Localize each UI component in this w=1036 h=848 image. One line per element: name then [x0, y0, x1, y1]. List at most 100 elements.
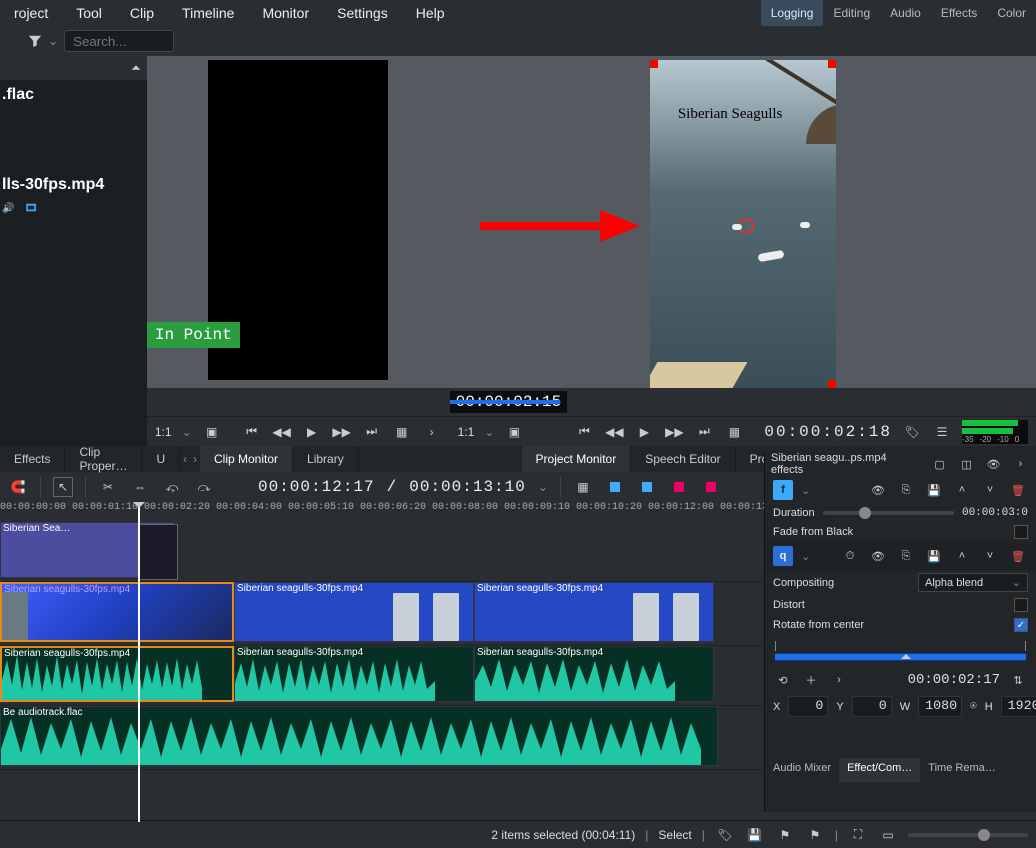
flag-add-icon[interactable]: ⚑ [805, 825, 825, 845]
move-up-icon[interactable]: ˄ [952, 546, 972, 566]
save-icon[interactable]: 💾 [924, 546, 944, 566]
workspace-audio[interactable]: Audio [880, 0, 931, 26]
tab-effects[interactable]: Effects [0, 446, 65, 472]
project-monitor-ruler[interactable]: 00:00:02:15 [450, 388, 1036, 416]
preset-icon[interactable]: ⎘ [896, 480, 916, 500]
move-up-icon[interactable]: ˄ [952, 480, 972, 500]
compositing-select[interactable]: Alpha blend ⌄ [918, 573, 1028, 592]
workspace-effects[interactable]: Effects [931, 0, 987, 26]
effect-transform-header[interactable]: q ⌄ ⏱ 👁 ⎘ 💾 ˄ ˅ 🗑 [765, 542, 1036, 570]
align-1-icon[interactable] [605, 477, 625, 497]
chevron-down-icon[interactable]: ⌄ [801, 484, 810, 497]
kf-next-icon[interactable]: › [829, 670, 849, 690]
tab-effect-compositing[interactable]: Effect/Com… [839, 758, 920, 782]
menu-settings[interactable]: Settings [323, 5, 402, 21]
kf-slider[interactable] [775, 653, 1026, 661]
chevron-right-icon[interactable]: › [422, 422, 442, 442]
tab-library[interactable]: Library [293, 446, 359, 472]
clip-music[interactable]: Be audiotrack.flac [0, 706, 718, 766]
menu-project[interactable]: roject [0, 5, 62, 21]
move-down-icon[interactable]: ˅ [980, 546, 1000, 566]
insert-icon[interactable]: ⤽ [162, 477, 182, 497]
clip-monitor-ruler[interactable] [147, 388, 450, 416]
menu-tool[interactable]: Tool [62, 5, 116, 21]
workspace-editing[interactable]: Editing [823, 0, 880, 26]
x-input[interactable] [788, 696, 828, 717]
menu-help[interactable]: Help [402, 5, 459, 21]
play-icon[interactable]: ▶ [302, 422, 322, 442]
tab-scroll-right-icon[interactable]: › [190, 452, 200, 466]
set-inpoint-icon[interactable]: ▣ [504, 422, 524, 442]
chevron-down-icon[interactable]: ⌄ [538, 480, 548, 494]
save-icon[interactable]: 💾 [745, 825, 765, 845]
menu-timeline[interactable]: Timeline [168, 5, 248, 21]
tab-scroll-left-icon[interactable]: ‹ [180, 452, 190, 466]
search-input[interactable] [64, 30, 174, 52]
menu-icon[interactable]: ☰ [932, 422, 952, 442]
preset-icon[interactable]: ⎘ [896, 546, 916, 566]
delete-icon[interactable]: 🗑 [1008, 546, 1028, 566]
save-stack-icon[interactable]: ▢ [930, 454, 949, 474]
timeline-position[interactable]: 00:00:12:17 [258, 478, 375, 496]
duration-value[interactable]: 00:00:03:0 [962, 507, 1028, 519]
y-input[interactable] [852, 696, 892, 717]
kf-timecode[interactable]: 00:00:02:17 [908, 672, 1000, 688]
clip-video[interactable]: Siberian seagulls-30fps.mp4 [0, 582, 234, 642]
h-input[interactable] [1001, 696, 1036, 717]
cut-icon[interactable]: ✂ [98, 477, 118, 497]
set-inpoint-icon[interactable]: ▣ [202, 422, 222, 442]
tab-u[interactable]: U [142, 446, 180, 472]
forward-icon[interactable]: ▶▶ [332, 422, 352, 442]
align-4-icon[interactable] [701, 477, 721, 497]
project-timecode[interactable]: 00:00:02:18 [764, 423, 892, 441]
w-input[interactable] [918, 696, 962, 717]
eye-icon[interactable]: 👁 [868, 480, 888, 500]
chevron-down-icon[interactable]: ⌄ [801, 550, 810, 563]
zoom-slider-handle[interactable] [978, 829, 990, 841]
flag-icon[interactable]: ⚑ [775, 825, 795, 845]
forward-icon[interactable]: ▶▶ [664, 422, 684, 442]
rotate-center-checkbox[interactable] [1014, 618, 1028, 632]
eye-icon[interactable]: 👁 [984, 454, 1003, 474]
marker-icon[interactable]: 🏷 [902, 422, 922, 442]
skip-start-icon[interactable]: ⏮ [242, 422, 262, 442]
menu-monitor[interactable]: Monitor [248, 5, 323, 21]
keyframe-icon[interactable]: ⏱ [840, 546, 860, 566]
skip-end-icon[interactable]: ⏭ [362, 422, 382, 442]
tab-audio-mixer[interactable]: Audio Mixer [765, 758, 839, 782]
bin-collapse[interactable] [0, 56, 147, 80]
tab-clip-monitor[interactable]: Clip Monitor [200, 446, 293, 472]
crop-icon[interactable]: ▦ [392, 422, 412, 442]
eye-icon[interactable]: 👁 [868, 546, 888, 566]
link-icon[interactable]: ⍟ [970, 697, 977, 717]
tab-speech-editor[interactable]: Speech Editor [631, 446, 735, 472]
skip-start-icon[interactable]: ⏮ [574, 422, 594, 442]
tag-icon[interactable]: 🏷 [715, 825, 735, 845]
overview-icon[interactable]: ▭ [878, 825, 898, 845]
kf-add-icon[interactable]: ＋ [801, 670, 821, 690]
kf-prev-icon[interactable]: ⟲ [773, 670, 793, 690]
handle-top-right[interactable] [828, 60, 836, 68]
handle-bottom-right[interactable] [828, 380, 836, 388]
workspace-logging[interactable]: Logging [761, 0, 824, 26]
delete-icon[interactable]: 🗑 [1008, 480, 1028, 500]
spacer-icon[interactable]: ⇔ [130, 477, 150, 497]
play-icon[interactable]: ▶ [634, 422, 654, 442]
clip-video[interactable]: Siberian seagulls-30fps.mp4 [234, 582, 474, 642]
clip-zoom-ratio[interactable]: 1:1 [155, 425, 172, 439]
select-tool-icon[interactable]: ↖ [53, 477, 73, 497]
workspace-color[interactable]: Color [987, 0, 1036, 26]
rewind-icon[interactable]: ◀◀ [604, 422, 624, 442]
overwrite-icon[interactable]: ⤼ [194, 477, 214, 497]
split-icon[interactable]: ◫ [957, 454, 976, 474]
clip-video[interactable]: Siberian seagulls-30fps.mp4 [474, 582, 714, 642]
crop-icon[interactable]: ▦ [724, 422, 744, 442]
align-2-icon[interactable] [637, 477, 657, 497]
project-ruler-range[interactable] [450, 400, 560, 404]
effect-fade-header[interactable]: f ⌄ 👁 ⎘ 💾 ˄ ˅ 🗑 [765, 476, 1036, 504]
bin-item-mp4[interactable]: lls-30fps.mp4 🔊 🎞 [0, 170, 147, 222]
clip-title-secondary[interactable] [138, 524, 178, 580]
magnet-icon[interactable]: 🧲 [8, 477, 28, 497]
menu-clip[interactable]: Clip [116, 5, 168, 21]
spinner-icon[interactable]: ⇅ [1008, 670, 1028, 690]
